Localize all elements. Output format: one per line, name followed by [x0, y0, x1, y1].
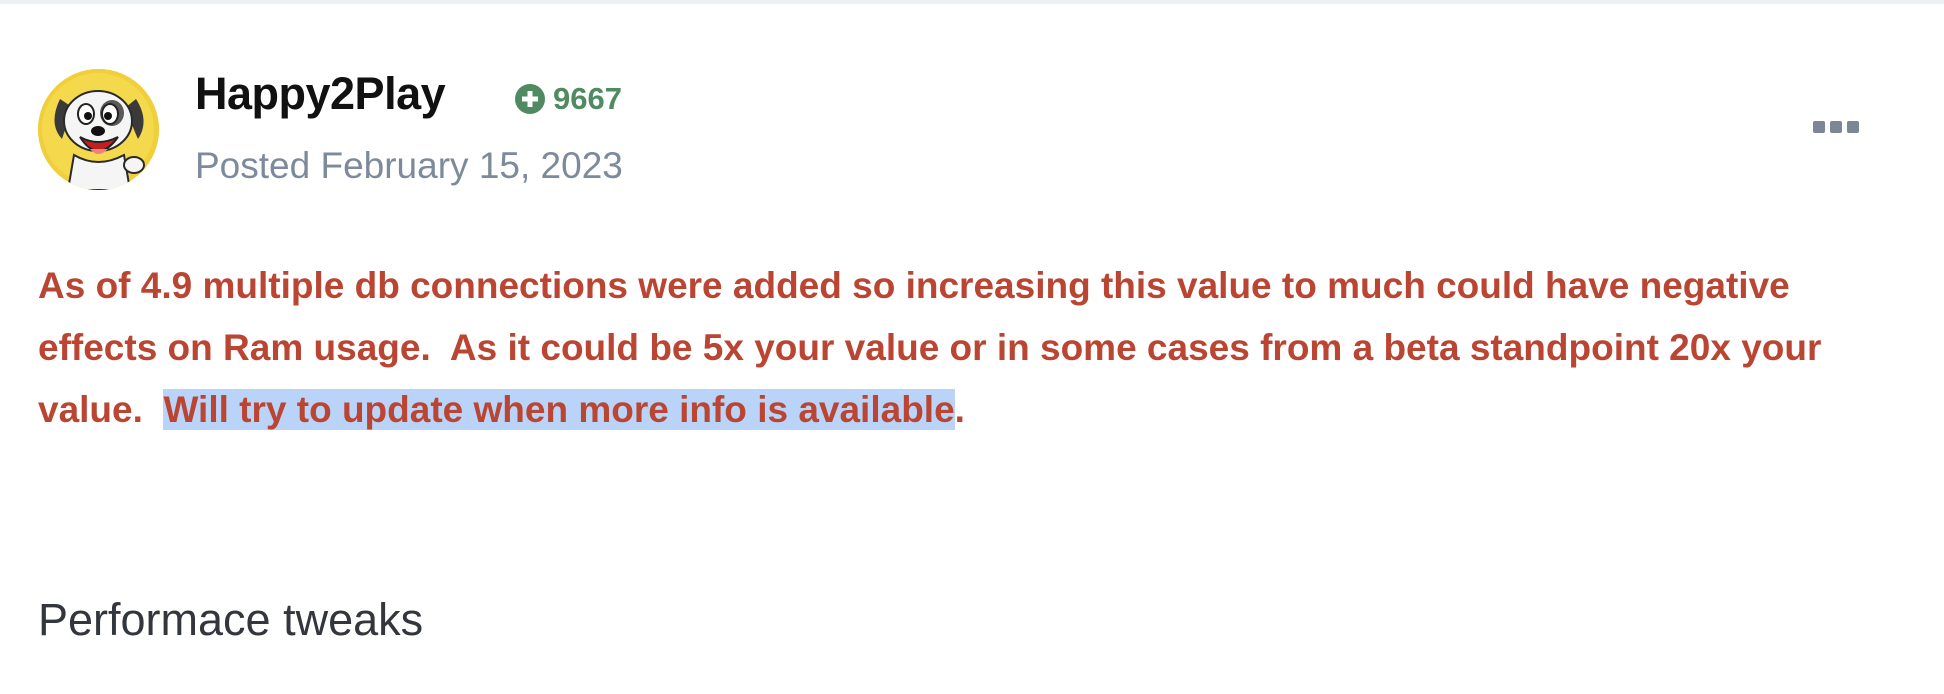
reputation-count: 9667: [553, 81, 622, 116]
post-subheading: Performace tweaks: [38, 594, 424, 645]
author-avatar[interactable]: [38, 69, 159, 190]
posted-date[interactable]: February 15, 2023: [320, 145, 622, 186]
post-body-text-end: .: [954, 389, 965, 430]
post-body: As of 4.9 multiple db connections were a…: [38, 255, 1858, 441]
forum-post: Happy2Play 9667 Posted February 15, 2023…: [0, 0, 1944, 694]
post-meta: Posted February 15, 2023: [195, 143, 623, 189]
ellipsis-icon-dot: [1813, 121, 1825, 133]
ellipsis-icon-dot: [1847, 121, 1859, 133]
selected-text: Will try to update when more info is ava…: [163, 389, 955, 430]
post-options-button[interactable]: [1808, 112, 1864, 142]
reputation-badge[interactable]: 9667: [515, 80, 622, 118]
author-name-link[interactable]: Happy2Play: [195, 66, 446, 122]
ellipsis-icon-dot: [1830, 121, 1842, 133]
posted-label: Posted: [195, 145, 311, 186]
cartoon-dog-icon: [38, 69, 159, 190]
plus-circle-icon: [515, 84, 545, 114]
